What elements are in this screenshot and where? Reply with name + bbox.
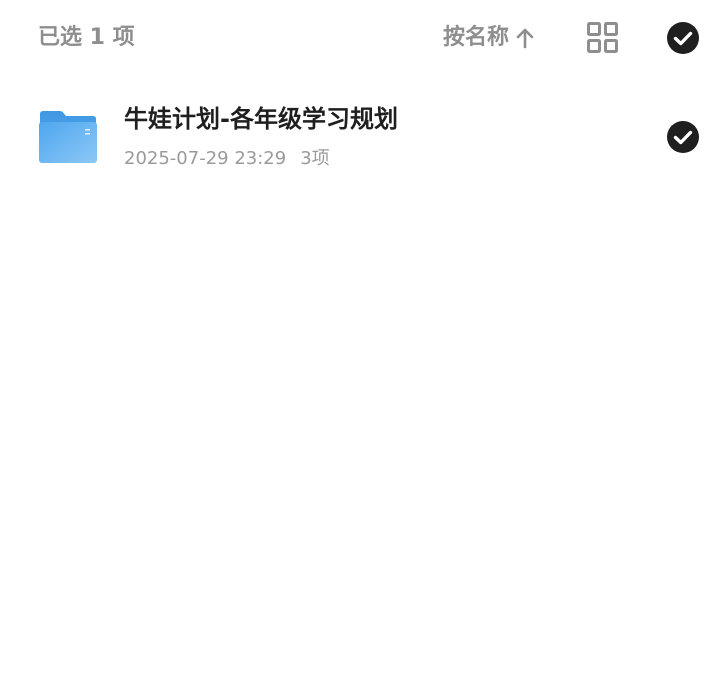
arrow-up-icon (516, 28, 534, 49)
row-select-checkbox[interactable] (666, 120, 700, 154)
file-name: 牛娃计划-各年级学习规划 (124, 105, 398, 133)
sort-label: 按名称 (443, 25, 510, 50)
check-circle-icon (667, 22, 699, 54)
file-browser: 已选 1 项 按名称 牛娃计划-各年级学习规划 2025-07-29 23:29… (0, 0, 714, 691)
folder-icon (39, 111, 97, 163)
selected-count-label: 已选 1 项 (38, 25, 135, 50)
check-circle-icon (667, 121, 699, 153)
select-all-button[interactable] (666, 21, 700, 55)
file-row[interactable]: 牛娃计划-各年级学习规划 2025-07-29 23:29 3项 (0, 88, 714, 188)
grid-view-button[interactable] (586, 21, 620, 55)
file-meta: 2025-07-29 23:29 3项 (124, 146, 330, 172)
file-item-count: 3项 (300, 148, 330, 169)
selection-toolbar: 已选 1 项 按名称 (0, 0, 714, 76)
sort-by-name-button[interactable]: 按名称 (443, 22, 535, 54)
grid-view-icon (587, 22, 618, 53)
file-modified-date: 2025-07-29 23:29 (124, 148, 287, 169)
